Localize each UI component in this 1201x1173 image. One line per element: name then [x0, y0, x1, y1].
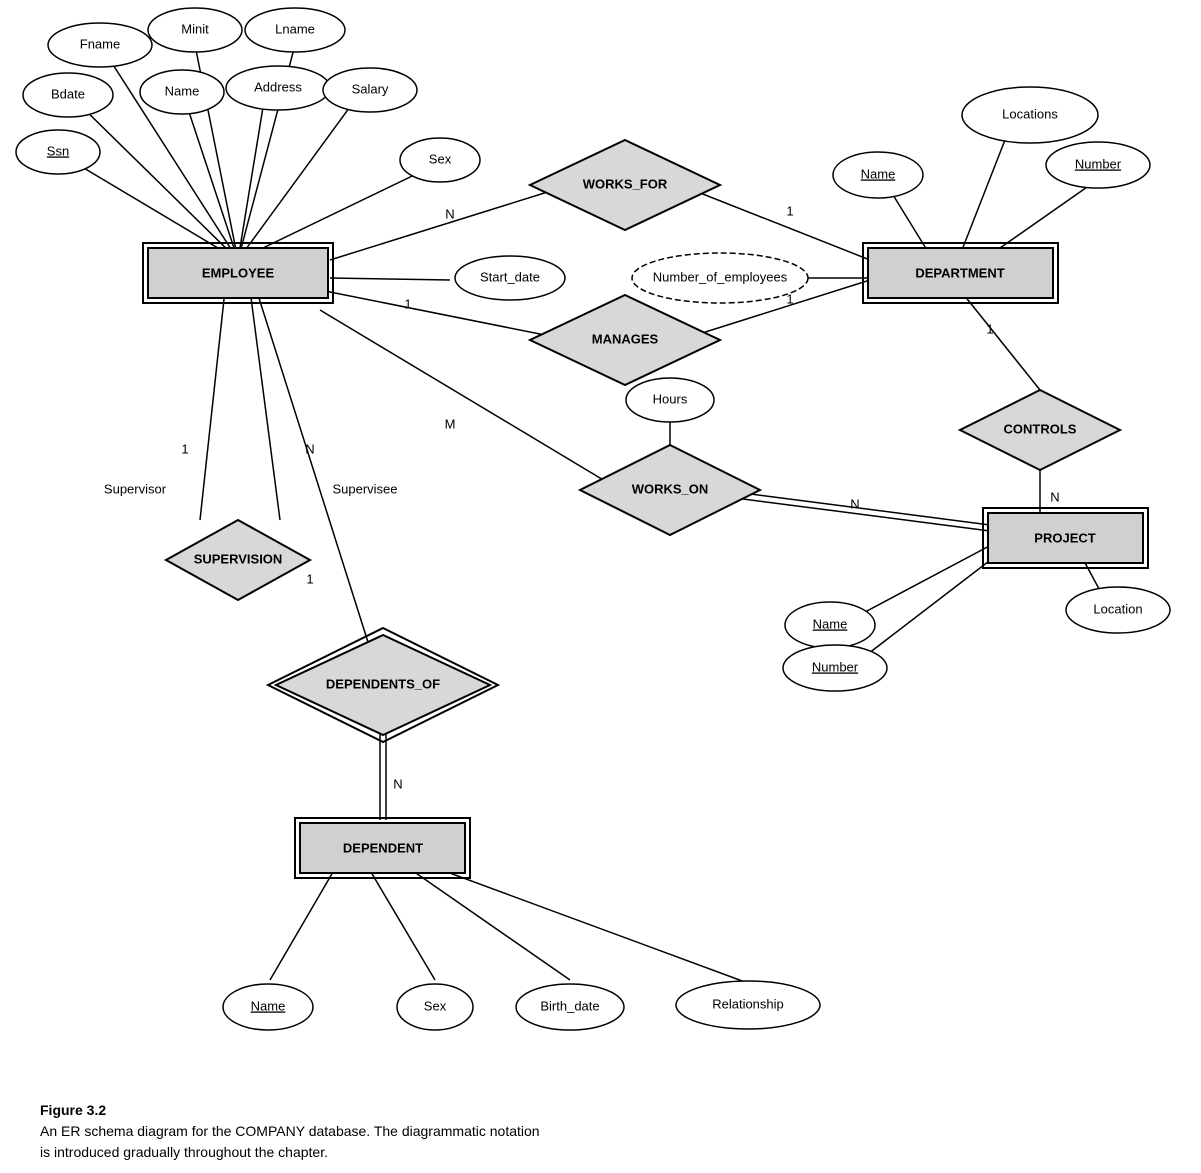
svg-text:Sex: Sex	[424, 998, 447, 1013]
svg-text:Hours: Hours	[653, 391, 688, 406]
svg-text:Name: Name	[165, 83, 200, 98]
dependent-label: DEPENDENT	[343, 840, 423, 855]
svg-text:Salary: Salary	[352, 81, 389, 96]
svg-text:CONTROLS: CONTROLS	[1004, 421, 1077, 436]
svg-text:1: 1	[986, 321, 993, 336]
svg-text:Name: Name	[861, 166, 896, 181]
svg-text:Ssn: Ssn	[47, 143, 69, 158]
svg-text:Sex: Sex	[429, 151, 452, 166]
svg-text:M: M	[445, 416, 456, 431]
caption-line1: An ER schema diagram for the COMPANY dat…	[40, 1123, 540, 1139]
svg-text:Number_of_employees: Number_of_employees	[653, 269, 788, 284]
er-diagram: .entity-rect { fill: #d0d0d0; stroke: #0…	[0, 0, 1201, 1090]
svg-text:WORKS_FOR: WORKS_FOR	[583, 176, 668, 191]
svg-text:Supervisor: Supervisor	[104, 481, 167, 496]
svg-text:1: 1	[786, 203, 793, 218]
figure-caption: Figure 3.2 An ER schema diagram for the …	[20, 1090, 620, 1173]
svg-text:Fname: Fname	[80, 36, 120, 51]
svg-text:DEPENDENTS_OF: DEPENDENTS_OF	[326, 676, 440, 691]
svg-text:Name: Name	[813, 616, 848, 631]
svg-text:Address: Address	[254, 79, 302, 94]
svg-text:Number: Number	[812, 659, 859, 674]
svg-text:Birth_date: Birth_date	[540, 998, 599, 1013]
employee-label: EMPLOYEE	[202, 265, 275, 280]
svg-text:N: N	[445, 206, 454, 221]
svg-text:1: 1	[181, 441, 188, 456]
svg-text:Bdate: Bdate	[51, 86, 85, 101]
svg-text:1: 1	[306, 571, 313, 586]
svg-text:Number: Number	[1075, 156, 1122, 171]
svg-text:WORKS_ON: WORKS_ON	[632, 481, 709, 496]
department-label: DEPARTMENT	[915, 265, 1004, 280]
svg-text:SUPERVISION: SUPERVISION	[194, 551, 283, 566]
svg-text:Relationship: Relationship	[712, 996, 784, 1011]
project-label: PROJECT	[1034, 530, 1095, 545]
svg-text:Minit: Minit	[181, 21, 209, 36]
svg-text:Locations: Locations	[1002, 106, 1058, 121]
svg-text:MANAGES: MANAGES	[592, 331, 659, 346]
svg-text:Supervisee: Supervisee	[332, 481, 397, 496]
svg-text:Name: Name	[251, 998, 286, 1013]
svg-text:Start_date: Start_date	[480, 269, 540, 284]
figure-title: Figure 3.2	[40, 1102, 106, 1118]
svg-text:Location: Location	[1093, 601, 1142, 616]
svg-text:Lname: Lname	[275, 21, 315, 36]
svg-text:N: N	[393, 776, 402, 791]
svg-text:N: N	[1050, 489, 1059, 504]
svg-text:N: N	[850, 496, 859, 511]
svg-text:1: 1	[404, 296, 411, 311]
